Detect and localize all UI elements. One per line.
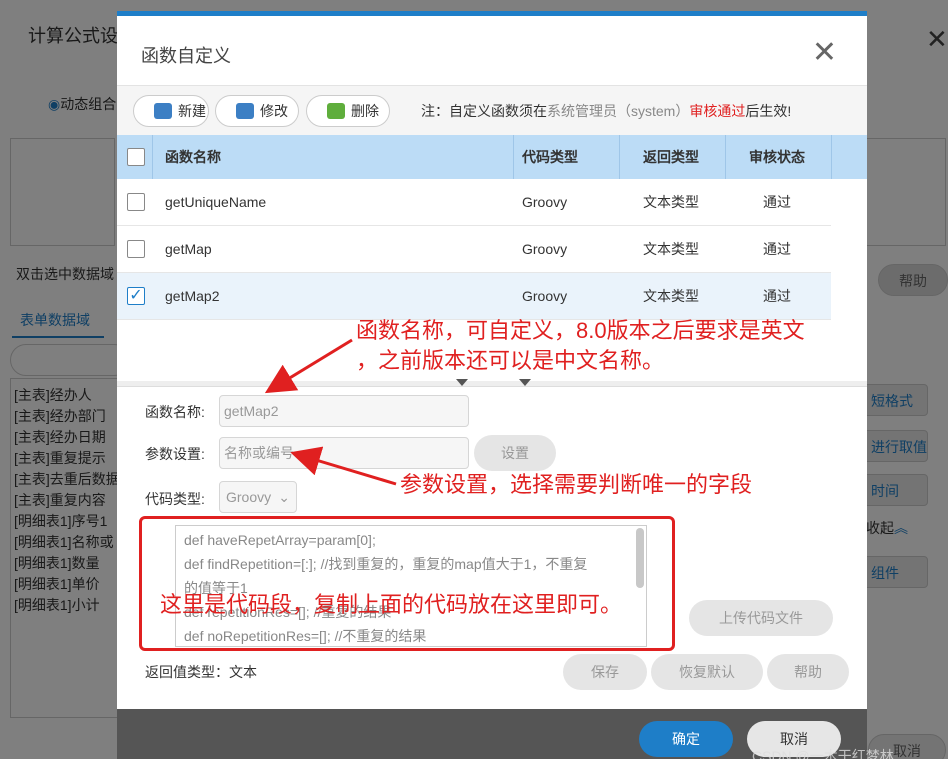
arrow-to-name-field [264, 338, 353, 394]
watermark: CSDN @一木干红梦林 [752, 748, 894, 759]
arrow-to-param-field [290, 446, 397, 486]
annotation-arrows [264, 338, 397, 486]
